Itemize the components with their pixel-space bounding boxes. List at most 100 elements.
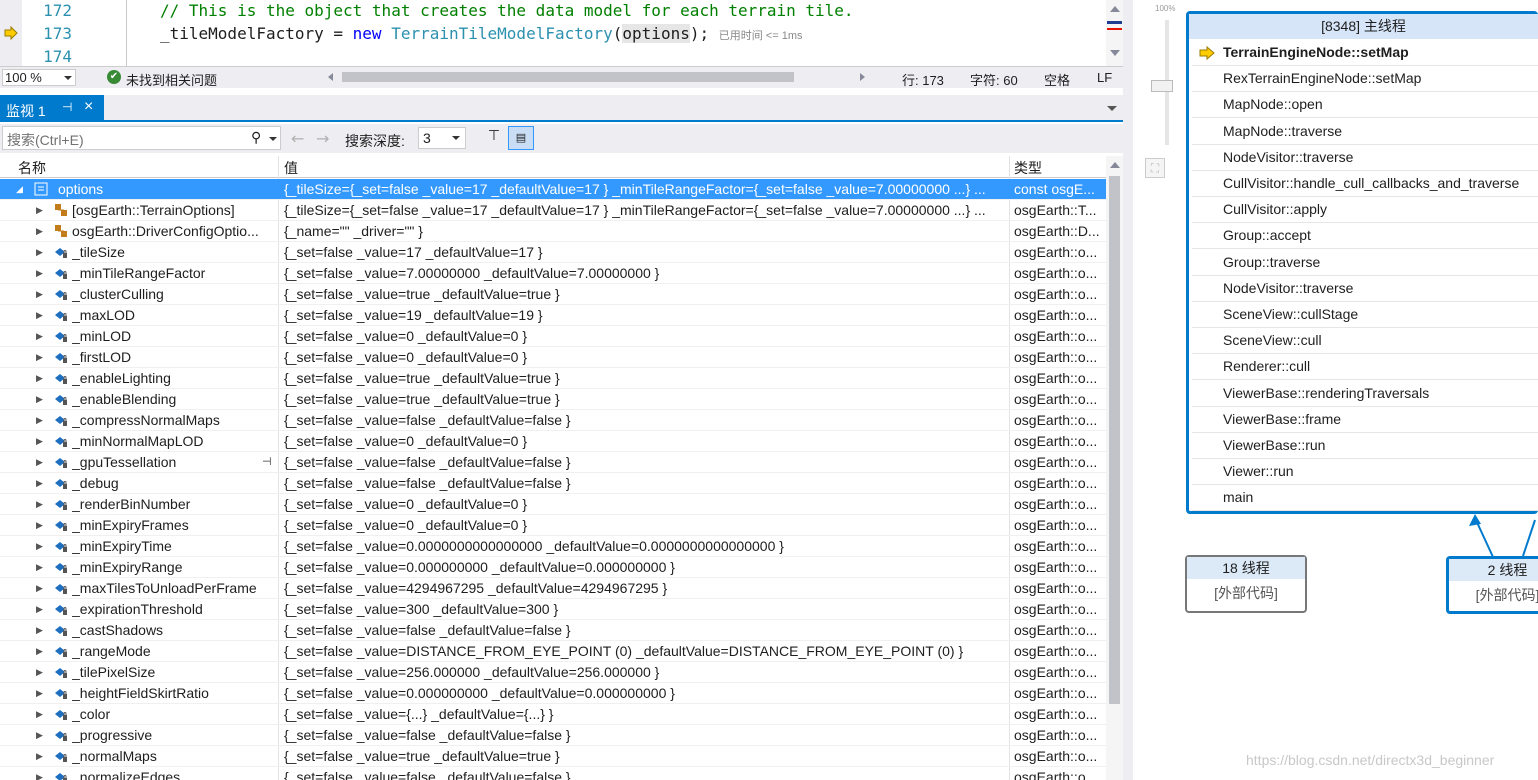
- expand-icon[interactable]: ▶: [36, 368, 46, 388]
- table-row[interactable]: ▶ _compressNormalMaps {_set=false _value=f…: [0, 410, 1106, 431]
- stack-frame[interactable]: MapNode::traverse: [1192, 119, 1538, 145]
- table-row[interactable]: ▶ _rangeMode {_set=false _value=DISTANCE_F…: [0, 641, 1106, 662]
- tab-watch-1[interactable]: 监视 1 ⊣ ×: [0, 95, 104, 122]
- search-icon[interactable]: ⚲: [251, 129, 261, 146]
- watch-value[interactable]: {_set=false _value=0 _defaultValue=0 }: [284, 494, 1006, 514]
- stack-frame[interactable]: NodeVisitor::traverse: [1192, 145, 1538, 171]
- collapse-icon[interactable]: ◢: [16, 179, 26, 199]
- watch-value[interactable]: {_set=false _value=DISTANCE_FROM_EYE_POI…: [284, 641, 1006, 661]
- watch-name[interactable]: _gpuTessellation: [72, 452, 274, 472]
- table-row[interactable]: ▶ _gpuTessellation ⊣ {_set=false _value=fal…: [0, 452, 1106, 473]
- watch-value[interactable]: {_set=false _value=0.000000000 _defaultV…: [284, 683, 1006, 703]
- watch-name[interactable]: _minNormalMapLOD: [72, 431, 274, 451]
- main-thread-stack[interactable]: [8348] 主线程 TerrainEngineNode::setMap RexT…: [1186, 11, 1538, 514]
- scroll-up-icon[interactable]: [1110, 162, 1120, 168]
- expand-icon[interactable]: ▶: [36, 536, 46, 556]
- column-header-value[interactable]: 值: [284, 158, 298, 178]
- table-row[interactable]: ▶ _minExpiryFrames {_set=false _value=0 _d…: [0, 515, 1106, 536]
- stack-frame[interactable]: NodeVisitor::traverse: [1192, 276, 1538, 302]
- editor-vertical-scrollbar[interactable]: [1106, 0, 1123, 66]
- watch-name[interactable]: _minTileRangeFactor: [72, 263, 274, 283]
- watch-value[interactable]: {_tileSize={_set=false _value=17 _defaul…: [284, 200, 1006, 220]
- zoom-to-fit-icon[interactable]: ⛶: [1145, 158, 1165, 178]
- watch-name[interactable]: _minExpiryTime: [72, 536, 274, 556]
- stack-frame[interactable]: main: [1192, 485, 1538, 512]
- table-row[interactable]: ▶ _minExpiryRange {_set=false _value=0.000…: [0, 557, 1106, 578]
- table-row[interactable]: ▶ _minLOD {_set=false _value=0 _defaultVal…: [0, 326, 1106, 347]
- table-row[interactable]: ▶ _minTileRangeFactor {_set=false _value=7…: [0, 263, 1106, 284]
- watch-name[interactable]: _minLOD: [72, 326, 274, 346]
- watch-name[interactable]: _normalizeEdges: [72, 767, 274, 780]
- watch-name[interactable]: _debug: [72, 473, 274, 493]
- window-menu-chevron-icon[interactable]: [1107, 106, 1117, 111]
- watch-value[interactable]: {_set=false _value=0 _defaultValue=0 }: [284, 515, 1006, 535]
- expand-icon[interactable]: ▶: [36, 725, 46, 745]
- watch-value[interactable]: {_set=false _value=true _defaultValue=tr…: [284, 368, 1006, 388]
- watch-name[interactable]: _enableBlending: [72, 389, 274, 409]
- stack-frame[interactable]: TerrainEngineNode::setMap: [1192, 40, 1538, 66]
- horizontal-scrollbar-thumb[interactable]: [342, 72, 794, 82]
- table-row[interactable]: ▶ _maxLOD {_set=false _value=19 _defaultVa…: [0, 305, 1106, 326]
- expand-icon[interactable]: ▶: [36, 578, 46, 598]
- watch-value[interactable]: {_set=false _value=true _defaultValue=tr…: [284, 746, 1006, 766]
- pin-icon[interactable]: ⊣: [62, 100, 72, 114]
- eol-indicator[interactable]: LF: [1097, 70, 1112, 85]
- table-row[interactable]: ▶ _normalizeEdges {_set=false _value=false…: [0, 767, 1106, 780]
- expand-icon[interactable]: ▶: [36, 599, 46, 619]
- watch-name[interactable]: _minExpiryRange: [72, 557, 274, 577]
- column-header-name[interactable]: 名称: [18, 158, 46, 178]
- watch-value[interactable]: {_set=false _value=0 _defaultValue=0 }: [284, 431, 1006, 451]
- watch-value[interactable]: {_set=false _value=true _defaultValue=tr…: [284, 284, 1006, 304]
- scroll-down-icon[interactable]: [1110, 50, 1120, 56]
- watch-name[interactable]: _color: [72, 704, 274, 724]
- expand-icon[interactable]: ▶: [36, 305, 46, 325]
- watch-value[interactable]: {_set=false _value=false _defaultValue=f…: [284, 620, 1006, 640]
- watch-value[interactable]: {_set=false _value=7.00000000 _defaultVa…: [284, 263, 1006, 283]
- watch-value[interactable]: {_set=false _value=256.000000 _defaultVa…: [284, 662, 1006, 682]
- watch-value[interactable]: {_set=false _value=false _defaultValue=f…: [284, 767, 1006, 780]
- search-previous-icon[interactable]: ←: [291, 129, 304, 148]
- zoom-slider[interactable]: 100%: [1145, 0, 1175, 150]
- table-row[interactable]: ▶ _renderBinNumber {_set=false _value=0 _d…: [0, 494, 1106, 515]
- expand-icon[interactable]: ▶: [36, 410, 46, 430]
- expand-icon[interactable]: ▶: [36, 620, 46, 640]
- watch-name[interactable]: _firstLOD: [72, 347, 274, 367]
- table-row[interactable]: ▶ _normalMaps {_set=false _value=true _def…: [0, 746, 1106, 767]
- expand-icon[interactable]: ▶: [36, 326, 46, 346]
- watch-value[interactable]: {_set=false _value=19 _defaultValue=19 }: [284, 305, 1006, 325]
- issues-status[interactable]: 未找到相关问题: [126, 70, 217, 89]
- expand-icon[interactable]: ▶: [36, 704, 46, 724]
- expand-icon[interactable]: ▶: [36, 242, 46, 262]
- char-indicator[interactable]: 字符: 60: [970, 70, 1018, 89]
- table-row[interactable]: ▶ _debug {_set=false _value=false _default…: [0, 473, 1106, 494]
- watch-value[interactable]: {_set=false _value=0 _defaultValue=0 }: [284, 347, 1006, 367]
- watch-value[interactable]: {_set=false _value=300 _defaultValue=300…: [284, 599, 1006, 619]
- scroll-right-icon[interactable]: [860, 73, 865, 81]
- table-row[interactable]: ▶ _minExpiryTime {_set=false _value=0.0000…: [0, 536, 1106, 557]
- table-row[interactable]: ▶ _progressive {_set=false _value=false _d…: [0, 725, 1106, 746]
- stack-frame[interactable]: Viewer::run: [1192, 459, 1538, 486]
- zoom-knob[interactable]: [1151, 80, 1173, 92]
- watch-name[interactable]: [osgEarth::TerrainOptions]: [72, 200, 274, 220]
- watch-value[interactable]: {_set=false _value=false _defaultValue=f…: [284, 473, 1006, 493]
- expand-icon[interactable]: ▶: [36, 221, 46, 241]
- watch-name[interactable]: _maxTilesToUnloadPerFrame: [72, 578, 274, 598]
- stack-frame[interactable]: CullVisitor::apply: [1192, 197, 1538, 224]
- watch-name[interactable]: _renderBinNumber: [72, 494, 274, 514]
- expand-icon[interactable]: ▶: [36, 746, 46, 766]
- expand-icon[interactable]: ▶: [36, 662, 46, 682]
- scrollbar-thumb[interactable]: [1109, 176, 1120, 704]
- table-row[interactable]: ▶ _enableLighting {_set=false _value=true …: [0, 368, 1106, 389]
- chevron-down-icon[interactable]: [269, 137, 277, 141]
- thread-2-stack[interactable]: 2 线程 [外部代码]: [1446, 556, 1538, 614]
- table-row[interactable]: ▶ _tileSize {_set=false _value=17 _default…: [0, 242, 1106, 263]
- grid-vertical-scrollbar[interactable]: [1106, 156, 1123, 780]
- watch-name[interactable]: _tilePixelSize: [72, 662, 274, 682]
- stack-frame[interactable]: SceneView::cull: [1192, 328, 1538, 355]
- watch-name[interactable]: _normalMaps: [72, 746, 274, 766]
- watch-name[interactable]: _expirationThreshold: [72, 599, 274, 619]
- table-row[interactable]: ▶ _tilePixelSize {_set=false _value=256.00…: [0, 662, 1106, 683]
- table-row[interactable]: ▶ _clusterCulling {_set=false _value=true …: [0, 284, 1106, 305]
- main-thread-header[interactable]: [8348] 主线程: [1189, 14, 1538, 39]
- expand-icon[interactable]: ▶: [36, 767, 46, 780]
